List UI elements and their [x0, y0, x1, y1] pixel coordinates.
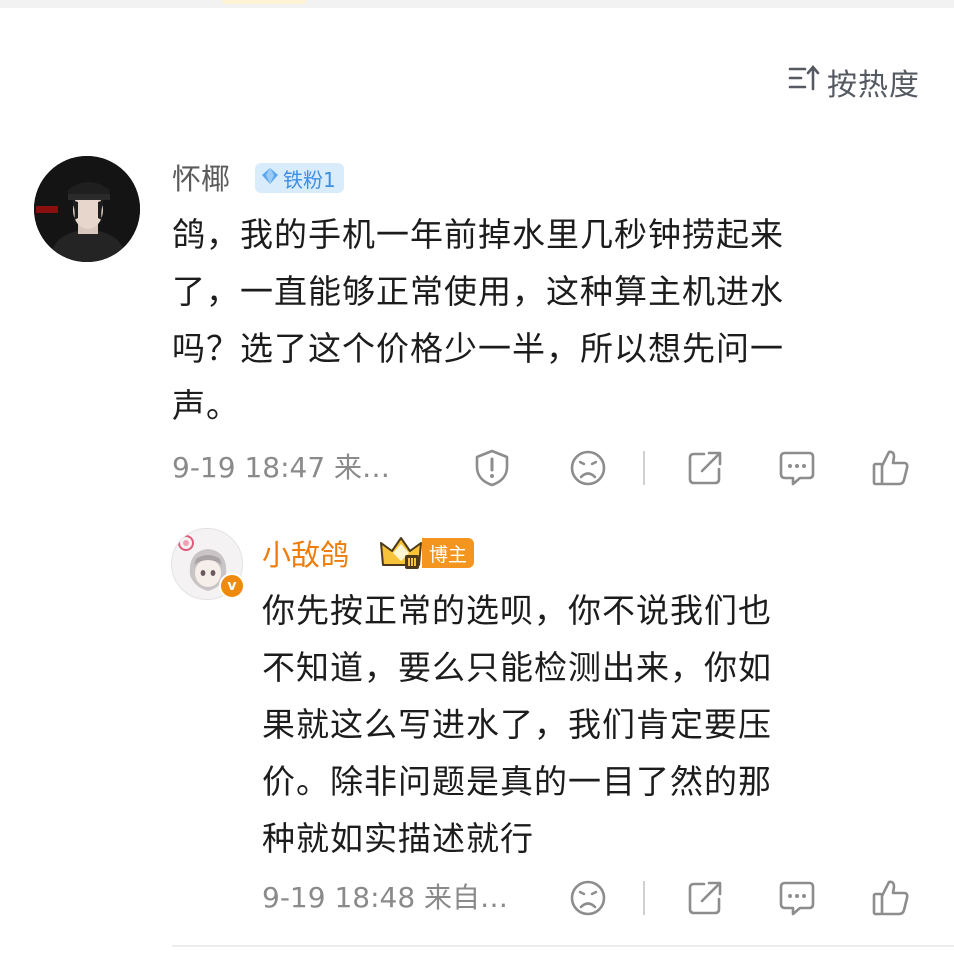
dislike-icon[interactable] [567, 447, 609, 489]
action-divider [643, 451, 645, 485]
reply-username[interactable]: 小敌鸽 [262, 532, 349, 574]
like-icon[interactable] [870, 447, 912, 489]
avatar[interactable] [34, 156, 140, 262]
reply-meta: 9-19 18:48 来自… [262, 881, 509, 914]
reply-avatar[interactable]: v [171, 528, 245, 600]
crown-icon [379, 535, 423, 571]
comment-username[interactable]: 怀椰 [172, 156, 230, 198]
top-divider [0, 0, 954, 8]
report-icon[interactable] [471, 447, 513, 489]
fan-badge: 铁粉1 [255, 163, 344, 193]
sort-by-heat-button[interactable]: 按热度 [787, 60, 920, 104]
top-tab-indicator [222, 0, 306, 4]
sort-label: 按热度 [827, 68, 920, 103]
reply-icon[interactable] [776, 877, 818, 919]
verified-badge: v [219, 573, 245, 599]
reply-icon[interactable] [776, 447, 818, 489]
fan-badge-label: 铁粉1 [283, 167, 336, 192]
sort-icon [787, 63, 821, 101]
blogger-badge: 博主 [422, 538, 475, 568]
reply-text: 你先按正常的选呗，你不说我们也 不知道，要么只能检测出来，你如 果就这么写进水了… [262, 591, 772, 858]
share-icon[interactable] [684, 877, 726, 919]
action-divider [643, 881, 645, 915]
share-icon[interactable] [684, 447, 726, 489]
dislike-icon[interactable] [567, 877, 609, 919]
like-icon[interactable] [870, 877, 912, 919]
bottom-divider [172, 945, 954, 947]
comment-text: 鸽，我的手机一年前掉水里几秒钟捞起来 了，一直能够正常使用，这种算主机进水 吗？… [172, 215, 784, 425]
diamond-icon [261, 166, 279, 190]
comment-meta: 9-19 18:47 来… [172, 451, 391, 484]
